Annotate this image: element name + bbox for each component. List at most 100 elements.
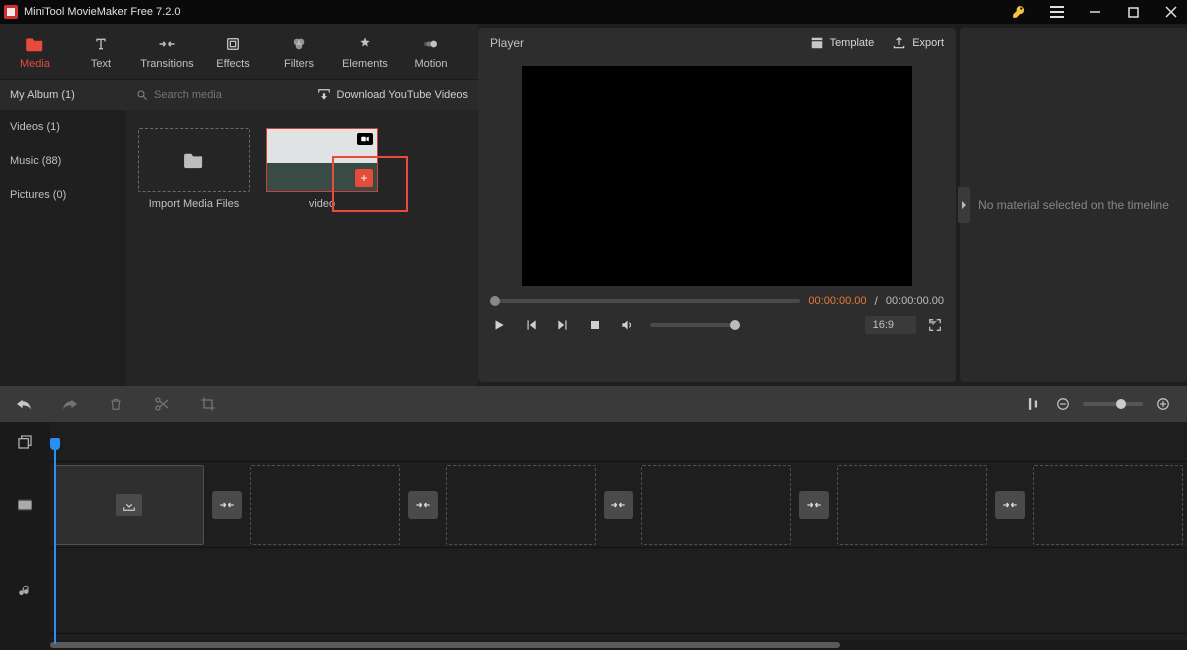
tab-label: Filters bbox=[284, 58, 314, 70]
titlebar: MiniTool MovieMaker Free 7.2.0 bbox=[0, 0, 1187, 24]
media-area: Download YouTube Videos Import Media Fil… bbox=[126, 80, 478, 386]
media-clip-label: video bbox=[309, 198, 335, 210]
transition-slot[interactable] bbox=[995, 491, 1025, 519]
app-title: MiniTool MovieMaker Free 7.2.0 bbox=[24, 6, 1007, 18]
video-track-icon bbox=[0, 462, 50, 548]
drop-here-icon bbox=[116, 494, 142, 516]
volume-button[interactable] bbox=[618, 316, 636, 334]
folder-icon bbox=[25, 34, 45, 54]
search-wrap bbox=[136, 89, 309, 101]
zoom-handle[interactable] bbox=[1116, 399, 1126, 409]
zoom-in-button[interactable] bbox=[1153, 394, 1173, 414]
crop-button[interactable] bbox=[198, 394, 218, 414]
effects-icon bbox=[225, 34, 241, 54]
tab-label: Text bbox=[91, 58, 111, 70]
transition-slot[interactable] bbox=[799, 491, 829, 519]
player-panel: Player Template Export 00:00:00.00 / 00:… bbox=[478, 28, 956, 382]
import-media-tile[interactable] bbox=[138, 128, 250, 192]
template-button[interactable]: Template bbox=[810, 36, 875, 50]
album-item-pictures[interactable]: Pictures (0) bbox=[0, 178, 126, 212]
zoom-slider[interactable] bbox=[1083, 402, 1143, 406]
playhead[interactable] bbox=[54, 444, 56, 644]
tab-motion[interactable]: Motion bbox=[398, 34, 464, 70]
library-panel: Media Text Transitions Effects Filters E… bbox=[0, 24, 478, 386]
zoom-out-button[interactable] bbox=[1053, 394, 1073, 414]
add-track-button[interactable] bbox=[0, 422, 50, 462]
nav-tabs: Media Text Transitions Effects Filters E… bbox=[0, 24, 478, 80]
next-frame-button[interactable] bbox=[554, 316, 572, 334]
scrollbar-thumb[interactable] bbox=[50, 642, 840, 648]
prev-frame-button[interactable] bbox=[522, 316, 540, 334]
tab-elements[interactable]: Elements bbox=[332, 34, 398, 70]
album-item-music[interactable]: Music (88) bbox=[0, 144, 126, 178]
motion-icon bbox=[423, 34, 439, 54]
clip-slot[interactable] bbox=[641, 465, 791, 545]
playhead-handle[interactable] bbox=[50, 438, 60, 450]
delete-button[interactable] bbox=[106, 394, 126, 414]
redo-button[interactable] bbox=[60, 394, 80, 414]
transitions-icon bbox=[158, 34, 176, 54]
volume-handle[interactable] bbox=[730, 320, 740, 330]
menu-icon[interactable] bbox=[1045, 0, 1069, 24]
clip-slot[interactable] bbox=[837, 465, 987, 545]
video-track[interactable] bbox=[50, 462, 1187, 548]
tab-label: Motion bbox=[414, 58, 447, 70]
maximize-button[interactable] bbox=[1121, 0, 1145, 24]
template-icon bbox=[810, 36, 824, 50]
properties-panel: No material selected on the timeline bbox=[960, 28, 1187, 382]
play-button[interactable] bbox=[490, 316, 508, 334]
player-viewport[interactable] bbox=[522, 66, 912, 286]
add-to-timeline-button[interactable]: + bbox=[355, 169, 373, 187]
download-icon bbox=[317, 89, 331, 101]
clip-slot[interactable] bbox=[1033, 465, 1183, 545]
undo-button[interactable] bbox=[14, 394, 34, 414]
folder-icon bbox=[183, 151, 205, 169]
download-youtube-link[interactable]: Download YouTube Videos bbox=[317, 89, 469, 101]
clip-slot[interactable] bbox=[250, 465, 400, 545]
export-button[interactable]: Export bbox=[892, 36, 944, 50]
transition-slot[interactable] bbox=[212, 491, 242, 519]
timeline-tracks[interactable] bbox=[50, 422, 1187, 650]
minimize-button[interactable] bbox=[1083, 0, 1107, 24]
tab-label: Media bbox=[20, 58, 50, 70]
timeline-scrollbar[interactable] bbox=[50, 640, 1187, 650]
transition-slot[interactable] bbox=[604, 491, 634, 519]
clip-slot[interactable] bbox=[446, 465, 596, 545]
player-scrubber[interactable] bbox=[490, 299, 800, 303]
fullscreen-button[interactable] bbox=[926, 316, 944, 334]
tab-effects[interactable]: Effects bbox=[200, 34, 266, 70]
album-item-videos[interactable]: Videos (1) bbox=[0, 110, 126, 144]
transition-slot[interactable] bbox=[408, 491, 438, 519]
stop-button[interactable] bbox=[586, 316, 604, 334]
timeline-toolbar bbox=[0, 386, 1187, 422]
volume-slider[interactable] bbox=[650, 323, 740, 327]
player-title: Player bbox=[490, 36, 524, 50]
tab-text[interactable]: Text bbox=[68, 34, 134, 70]
audio-track-icon bbox=[0, 548, 50, 634]
tab-transitions[interactable]: Transitions bbox=[134, 34, 200, 70]
aspect-label: 16:9 bbox=[873, 319, 894, 331]
tab-media[interactable]: Media bbox=[2, 34, 68, 70]
text-icon bbox=[92, 34, 110, 54]
split-button[interactable] bbox=[152, 394, 172, 414]
license-key-icon[interactable] bbox=[1007, 0, 1031, 24]
export-label: Export bbox=[912, 37, 944, 49]
tab-filters[interactable]: Filters bbox=[266, 34, 332, 70]
time-current: 00:00:00.00 bbox=[808, 295, 866, 307]
album-header[interactable]: My Album (1) bbox=[0, 80, 126, 110]
audio-track-toggle[interactable] bbox=[1023, 394, 1043, 414]
expand-properties-button[interactable] bbox=[958, 187, 970, 223]
app-logo bbox=[4, 5, 18, 19]
aspect-ratio-select[interactable]: 16:9 bbox=[865, 316, 916, 334]
timeline-ruler[interactable] bbox=[50, 422, 1187, 462]
close-button[interactable] bbox=[1159, 0, 1183, 24]
search-input[interactable] bbox=[154, 89, 274, 101]
elements-icon bbox=[357, 34, 373, 54]
tab-label: Elements bbox=[342, 58, 388, 70]
media-clip-video[interactable]: + bbox=[266, 128, 378, 192]
tab-label: Transitions bbox=[140, 58, 193, 70]
clip-slot[interactable] bbox=[54, 465, 204, 545]
scrubber-handle[interactable] bbox=[490, 296, 500, 306]
download-youtube-label: Download YouTube Videos bbox=[337, 89, 469, 101]
audio-track[interactable] bbox=[50, 548, 1187, 634]
